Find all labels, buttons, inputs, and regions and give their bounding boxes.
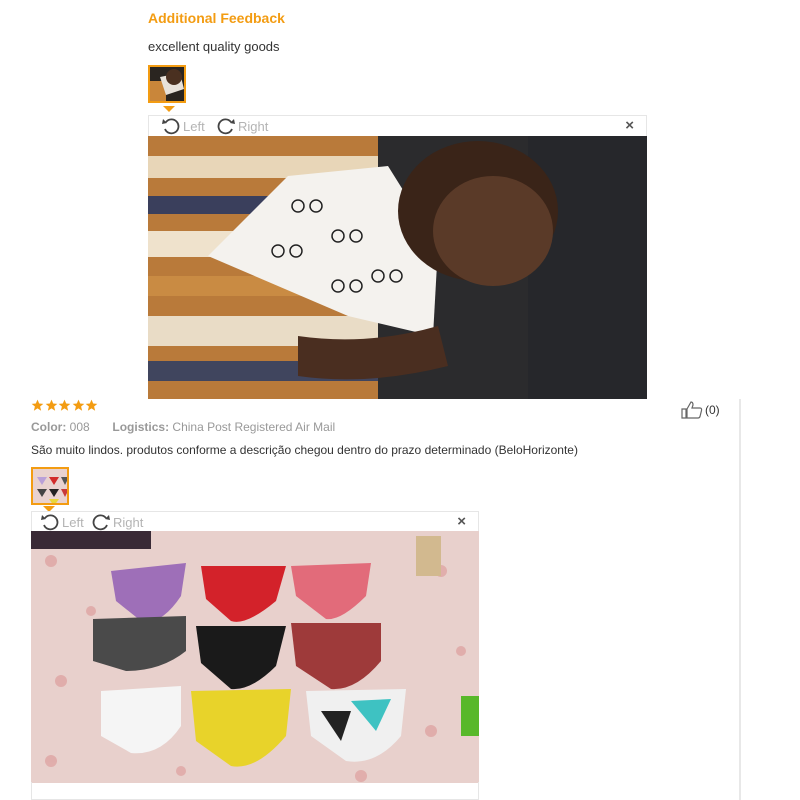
helpful-like-button[interactable]: (0)	[681, 401, 720, 419]
close-icon: ×	[625, 117, 634, 134]
close-viewer-button[interactable]: ×	[457, 513, 466, 530]
color-value: 008	[69, 420, 90, 434]
rotate-left-label: Left	[62, 514, 84, 530]
rotate-left-icon	[41, 514, 59, 531]
star-icon	[85, 399, 98, 411]
review-photo-bibs	[31, 531, 479, 783]
feedback-photo-baby	[148, 136, 647, 399]
rotate-right-button[interactable]: Right	[216, 117, 268, 135]
star-icon	[58, 399, 71, 411]
review-card-bottom	[31, 782, 479, 800]
close-viewer-button[interactable]: ×	[625, 117, 634, 134]
rotate-right-icon	[92, 514, 110, 531]
logistics-label: Logistics:	[112, 420, 170, 434]
column-divider	[739, 399, 741, 800]
additional-feedback-heading: Additional Feedback	[148, 10, 285, 26]
star-icon	[72, 399, 84, 411]
rotate-right-label: Right	[113, 514, 144, 530]
thumbs-up-icon	[681, 401, 703, 419]
color-label: Color:	[31, 420, 67, 434]
star-icon	[45, 399, 57, 411]
review-text: São muito lindos. produtos conforme a de…	[31, 443, 578, 457]
rotate-right-icon	[217, 118, 235, 135]
rotate-left-icon	[162, 118, 180, 135]
image-viewer-toolbar: Left Right ×	[31, 511, 479, 532]
rotate-left-label: Left	[183, 118, 205, 134]
image-viewer-toolbar: Left Right ×	[148, 115, 647, 136]
review-photo-thumbnail[interactable]	[31, 467, 69, 505]
logistics-value: China Post Registered Air Mail	[172, 420, 336, 434]
feedback-photo-thumbnail[interactable]	[148, 65, 186, 103]
rotate-left-button[interactable]: Left	[40, 513, 84, 531]
review-meta: Color: 008 Logistics: China Post Registe…	[31, 420, 335, 434]
rating-stars	[31, 399, 99, 412]
rotate-right-button[interactable]: Right	[91, 513, 143, 531]
rotate-left-button[interactable]: Left	[161, 117, 205, 135]
thumbnail-pointer	[163, 106, 175, 112]
feedback-text: excellent quality goods	[148, 39, 280, 54]
like-count: (0)	[705, 403, 720, 417]
star-icon	[31, 399, 44, 411]
close-icon: ×	[457, 513, 466, 530]
rotate-right-label: Right	[238, 118, 269, 134]
